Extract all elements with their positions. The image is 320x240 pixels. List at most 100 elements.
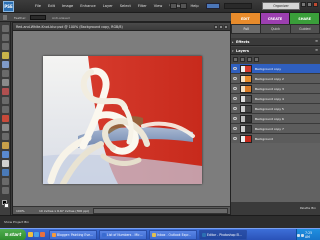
task-button-inbox[interactable]: Inbox - Outlook Expr...	[149, 230, 197, 240]
tab-create[interactable]: CREATE	[260, 13, 291, 24]
show-desktop-icon[interactable]	[28, 232, 33, 237]
gradient-tool-icon[interactable]	[2, 169, 9, 176]
task-label: Inbox - Outlook Expr...	[157, 233, 192, 237]
create-menu-button[interactable]	[206, 3, 220, 9]
volume-icon[interactable]	[297, 233, 300, 237]
media-player-icon[interactable]	[40, 232, 45, 237]
show-project-bin-toggle[interactable]: Show Project Bin	[4, 220, 29, 224]
task-button-photoshop[interactable]: Editor - Photoshop El...	[199, 230, 247, 240]
hand-tool-icon[interactable]	[2, 43, 9, 50]
menu-filter[interactable]: Filter	[138, 4, 147, 8]
delete-layer-icon[interactable]	[247, 57, 252, 62]
menu-help[interactable]: Help	[190, 4, 198, 8]
internet-explorer-icon[interactable]	[34, 232, 39, 237]
expand-arrow-icon[interactable]: ▾	[232, 49, 234, 53]
shape-tool-icon[interactable]	[2, 178, 9, 185]
collapse-arrow-icon[interactable]: ▸	[232, 40, 234, 44]
eye-icon[interactable]	[233, 97, 237, 100]
doc-close-icon[interactable]	[224, 25, 228, 29]
subtab-quick[interactable]: Quick	[261, 25, 290, 33]
eye-icon[interactable]	[233, 127, 237, 130]
maximize-icon[interactable]	[307, 2, 312, 7]
undo-icon[interactable]	[170, 3, 177, 9]
type-tool-icon[interactable]	[2, 97, 9, 104]
tab-edit[interactable]: EDIT	[231, 13, 261, 24]
layer-row[interactable]: Background copy 7	[231, 124, 320, 134]
zoom-tool-icon[interactable]	[2, 34, 9, 41]
layer-name: Background copy 5	[255, 107, 284, 111]
brush-tool-icon[interactable]	[2, 151, 9, 158]
clock[interactable]: 7:25 AM	[305, 231, 318, 239]
menu-image[interactable]: Image	[62, 4, 73, 8]
red-eye-tool-icon[interactable]	[2, 115, 9, 122]
doc-minimize-icon[interactable]	[214, 25, 218, 29]
network-icon[interactable]	[300, 233, 304, 237]
eye-icon[interactable]	[233, 87, 237, 90]
zoom-level[interactable]: 100%	[16, 209, 25, 213]
layer-row[interactable]: Background copy 6	[231, 114, 320, 124]
canvas-area[interactable]	[13, 31, 230, 206]
minimize-icon[interactable]	[301, 2, 306, 7]
layer-row[interactable]: Background copy 3	[231, 84, 320, 94]
feather-input[interactable]	[30, 15, 46, 20]
menu-view[interactable]: View	[154, 4, 163, 8]
help-search-field[interactable]	[224, 3, 252, 9]
menu-layer[interactable]: Layer	[103, 4, 113, 8]
blur-tool-icon[interactable]	[2, 187, 9, 194]
palette-bin-toggle[interactable]: Palette Bin	[300, 206, 316, 210]
eyedropper-tool-icon[interactable]	[2, 52, 9, 59]
task-button-list-of-numbers[interactable]: List of Numbers - Mic...	[99, 230, 147, 240]
menu-select[interactable]: Select	[120, 4, 131, 8]
redo-icon[interactable]	[180, 3, 187, 9]
menu-edit[interactable]: Edit	[48, 4, 55, 8]
horizontal-scrollbar[interactable]	[93, 208, 228, 214]
eye-icon[interactable]	[233, 67, 237, 70]
layer-row[interactable]: Background copy 5	[231, 104, 320, 114]
layer-row[interactable]: Background copy	[231, 64, 320, 74]
selection-brush-tool-icon[interactable]	[2, 88, 9, 95]
task-button-blogger[interactable]: Blogger: Painting Eve...	[49, 230, 97, 240]
paint-bucket-tool-icon[interactable]	[2, 160, 9, 167]
tab-share[interactable]: SHARE	[290, 13, 320, 24]
layers-panel-header[interactable]: ▾ Layers ≡	[231, 47, 320, 55]
anti-aliased-checkbox[interactable]: Anti-aliased	[52, 16, 70, 20]
layer-row[interactable]: Background copy 4	[231, 94, 320, 104]
effects-panel-header[interactable]: ▸ Effects ≡	[231, 38, 320, 46]
eye-icon[interactable]	[233, 77, 237, 80]
clone-stamp-tool-icon[interactable]	[2, 133, 9, 140]
eye-icon[interactable]	[233, 137, 237, 140]
new-selection-icon[interactable]	[3, 15, 7, 20]
undo-redo-group	[170, 3, 187, 9]
close-icon[interactable]	[313, 2, 318, 7]
subtab-full[interactable]: Full	[232, 25, 261, 33]
magic-wand-tool-icon[interactable]	[2, 79, 9, 86]
menu-file[interactable]: File	[35, 4, 41, 8]
background-color-swatch[interactable]	[4, 203, 9, 208]
subtab-guided[interactable]: Guided	[290, 25, 319, 33]
start-button[interactable]: ⊞ start	[0, 229, 26, 240]
effects-panel-menu-icon[interactable]: ≡	[315, 39, 318, 43]
eye-icon[interactable]	[233, 107, 237, 110]
doc-maximize-icon[interactable]	[219, 25, 223, 29]
layer-row[interactable]: Background copy 2	[231, 74, 320, 84]
new-layer-icon[interactable]	[233, 57, 238, 62]
crop-tool-icon[interactable]	[2, 106, 9, 113]
document-size-info[interactable]: 10 inches x 6.67 inches (300 ppi)	[39, 209, 89, 213]
adjustment-layer-icon[interactable]	[240, 57, 245, 62]
photo-canvas[interactable]	[43, 56, 202, 184]
move-tool-icon[interactable]	[2, 25, 9, 32]
rope-knot-photo	[43, 56, 202, 184]
subtab-quick-label: Quick	[270, 27, 280, 31]
eraser-tool-icon[interactable]	[2, 142, 9, 149]
healing-brush-tool-icon[interactable]	[2, 124, 9, 131]
menu-enhance[interactable]: Enhance	[80, 4, 96, 8]
layers-panel-menu-icon[interactable]: ≡	[315, 48, 318, 52]
lasso-tool-icon[interactable]	[2, 70, 9, 77]
layer-name: Background copy 4	[255, 97, 284, 101]
document-titlebar[interactable]: Red-and-White-Knot-blur.psd @ 100% (Back…	[13, 23, 230, 31]
photoshop-logo-icon: PSE	[3, 1, 14, 12]
organizer-button[interactable]: Organizer	[262, 2, 300, 10]
eye-icon[interactable]	[233, 117, 237, 120]
marquee-tool-icon[interactable]	[2, 61, 9, 68]
lock-icon[interactable]	[254, 57, 259, 62]
